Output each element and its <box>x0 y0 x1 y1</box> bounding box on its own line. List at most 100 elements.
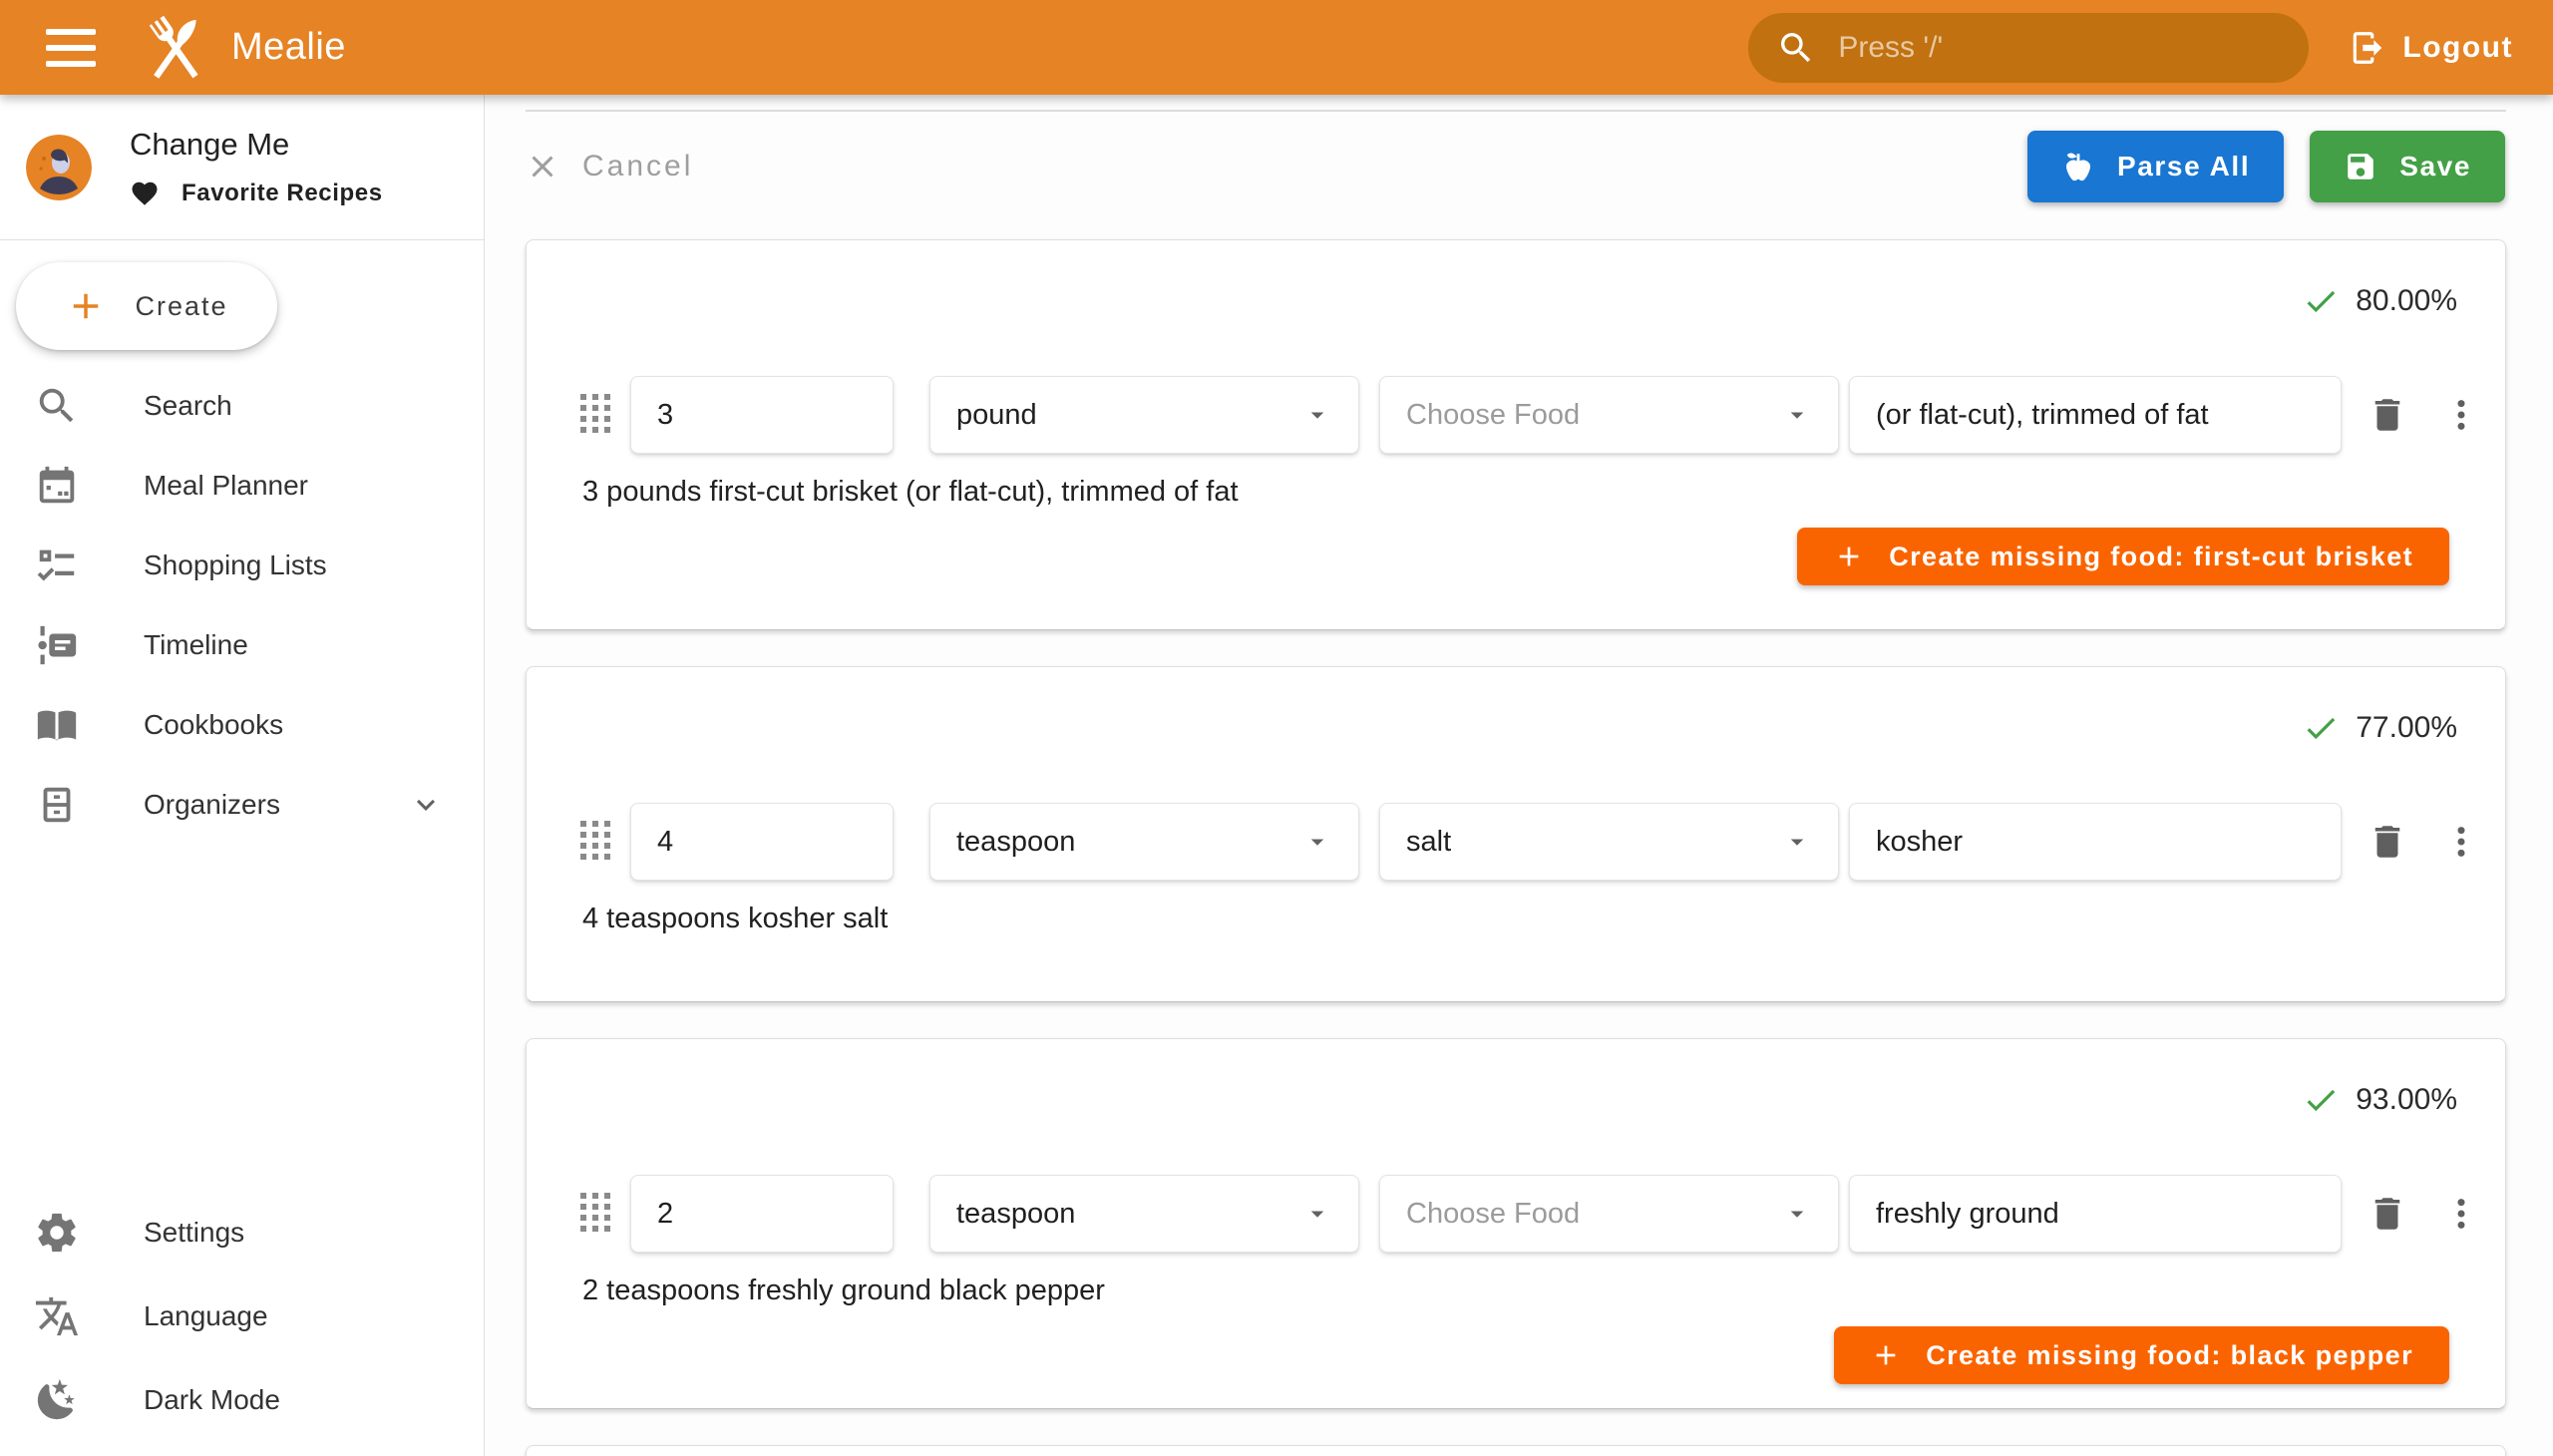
sidebar: Change Me Favorite Recipes Create Search… <box>0 95 485 1456</box>
trash-icon <box>2367 1193 2408 1235</box>
sidebar-item-organizers[interactable]: Organizers <box>0 765 484 845</box>
more-options-button[interactable] <box>2437 1186 2485 1242</box>
logout-icon <box>2349 29 2386 67</box>
menu-down-icon <box>1782 1199 1812 1229</box>
organizer-drawer-icon <box>34 782 80 828</box>
unit-value: pound <box>956 399 1037 432</box>
global-search[interactable] <box>1748 13 2309 83</box>
search-icon <box>34 383 80 429</box>
open-book-icon <box>34 702 80 748</box>
gear-icon <box>34 1210 80 1256</box>
drag-handle-icon[interactable] <box>578 1191 612 1237</box>
close-icon <box>525 149 560 184</box>
note-input[interactable] <box>1849 803 2342 881</box>
sidebar-item-search[interactable]: Search <box>0 366 484 446</box>
more-options-button[interactable] <box>2437 814 2485 870</box>
original-ingredient-text: 3 pounds first-cut brisket (or flat-cut)… <box>527 476 2505 512</box>
quantity-input[interactable] <box>630 376 894 454</box>
favorite-recipes-link[interactable]: Favorite Recipes <box>130 179 383 208</box>
timeline-icon <box>34 622 80 668</box>
quantity-input[interactable] <box>630 803 894 881</box>
checklist-icon <box>34 543 80 588</box>
avatar <box>26 135 92 200</box>
trash-icon <box>2367 394 2408 436</box>
quantity-input[interactable] <box>630 1175 894 1253</box>
ingredient-card: 77.00% teaspoon salt <box>526 666 2506 1002</box>
app-title: Mealie <box>231 26 346 69</box>
more-options-button[interactable] <box>2437 387 2485 443</box>
confidence-value: 93.00% <box>2356 1083 2457 1117</box>
check-icon <box>2302 709 2340 747</box>
unit-value: teaspoon <box>956 1198 1075 1231</box>
ingredient-card: 93.00% teaspoon Choose Food <box>526 1038 2506 1409</box>
note-input[interactable] <box>1849 1175 2342 1253</box>
plus-icon <box>1870 1339 1902 1371</box>
create-missing-label: Create missing food: black pepper <box>1926 1340 2413 1371</box>
sidebar-item-settings[interactable]: Settings <box>0 1191 484 1274</box>
favorite-recipes-label: Favorite Recipes <box>182 180 383 207</box>
create-label: Create <box>135 291 227 322</box>
food-placeholder: Choose Food <box>1406 399 1580 432</box>
sidebar-bottom-nav: Settings Language Dark Mode <box>0 1191 484 1442</box>
unit-select[interactable]: teaspoon <box>929 803 1359 881</box>
menu-down-icon <box>1782 827 1812 857</box>
food-placeholder: Choose Food <box>1406 1198 1580 1231</box>
create-missing-label: Create missing food: first-cut brisket <box>1889 542 2413 572</box>
ingredient-card: 80.00% pound Choose Food <box>526 239 2506 630</box>
menu-down-icon <box>1302 1199 1332 1229</box>
food-value: salt <box>1406 826 1451 859</box>
note-input[interactable] <box>1849 376 2342 454</box>
user-name: Change Me <box>130 127 383 163</box>
cancel-button[interactable]: Cancel <box>525 149 693 184</box>
delete-button[interactable] <box>2364 1186 2411 1242</box>
sidebar-item-dark-mode[interactable]: Dark Mode <box>0 1358 484 1442</box>
app-bar: Mealie Logout <box>0 0 2553 95</box>
create-missing-food-button[interactable]: Create missing food: black pepper <box>1834 1326 2449 1384</box>
sidebar-item-shopping-lists[interactable]: Shopping Lists <box>0 526 484 605</box>
chevron-down-icon <box>408 787 444 823</box>
confidence-value: 80.00% <box>2356 284 2457 318</box>
create-missing-food-button[interactable]: Create missing food: first-cut brisket <box>1797 528 2449 585</box>
drag-handle-icon[interactable] <box>578 819 612 865</box>
sidebar-item-cookbooks[interactable]: Cookbooks <box>0 685 484 765</box>
search-input[interactable] <box>1838 31 2281 65</box>
create-button[interactable]: Create <box>16 262 277 350</box>
user-profile[interactable]: Change Me Favorite Recipes <box>0 95 484 239</box>
unit-select[interactable]: pound <box>929 376 1359 454</box>
sidebar-item-language[interactable]: Language <box>0 1274 484 1358</box>
delete-button[interactable] <box>2364 387 2411 443</box>
save-button[interactable]: Save <box>2310 131 2505 202</box>
cancel-label: Cancel <box>582 150 693 183</box>
plus-icon <box>65 285 107 327</box>
calendar-icon <box>34 463 80 509</box>
menu-down-icon <box>1782 400 1812 430</box>
unit-select[interactable]: teaspoon <box>929 1175 1359 1253</box>
delete-button[interactable] <box>2364 814 2411 870</box>
sidebar-item-timeline[interactable]: Timeline <box>0 605 484 685</box>
drag-handle-icon[interactable] <box>578 392 612 438</box>
save-icon <box>2344 150 2377 183</box>
parse-all-label: Parse All <box>2117 151 2250 182</box>
food-select[interactable]: Choose Food <box>1379 1175 1839 1253</box>
editor-toolbar: Cancel Parse All Save <box>485 112 2553 221</box>
food-select[interactable]: Choose Food <box>1379 376 1839 454</box>
menu-icon[interactable] <box>46 29 96 67</box>
save-label: Save <box>2399 151 2471 182</box>
menu-down-icon <box>1302 400 1332 430</box>
original-ingredient-text: 2 teaspoons freshly ground black pepper <box>527 1274 2505 1310</box>
main-content: Cancel Parse All Save 80.00% <box>485 95 2553 1456</box>
parse-all-button[interactable]: Parse All <box>2027 131 2284 202</box>
sidebar-nav: Search Meal Planner Shopping Lists Timel… <box>0 366 484 845</box>
check-icon <box>2302 1081 2340 1119</box>
dots-vertical-icon <box>2440 821 2482 863</box>
trash-icon <box>2367 821 2408 863</box>
logout-button[interactable]: Logout <box>2349 29 2513 67</box>
food-select[interactable]: salt <box>1379 803 1839 881</box>
unit-value: teaspoon <box>956 826 1075 859</box>
confidence-value: 77.00% <box>2356 711 2457 745</box>
mealie-logo-icon <box>138 10 213 86</box>
original-ingredient-text: 4 teaspoons kosher salt <box>527 903 2505 938</box>
sidebar-item-meal-planner[interactable]: Meal Planner <box>0 446 484 526</box>
menu-down-icon <box>1302 827 1332 857</box>
translate-icon <box>34 1293 80 1339</box>
